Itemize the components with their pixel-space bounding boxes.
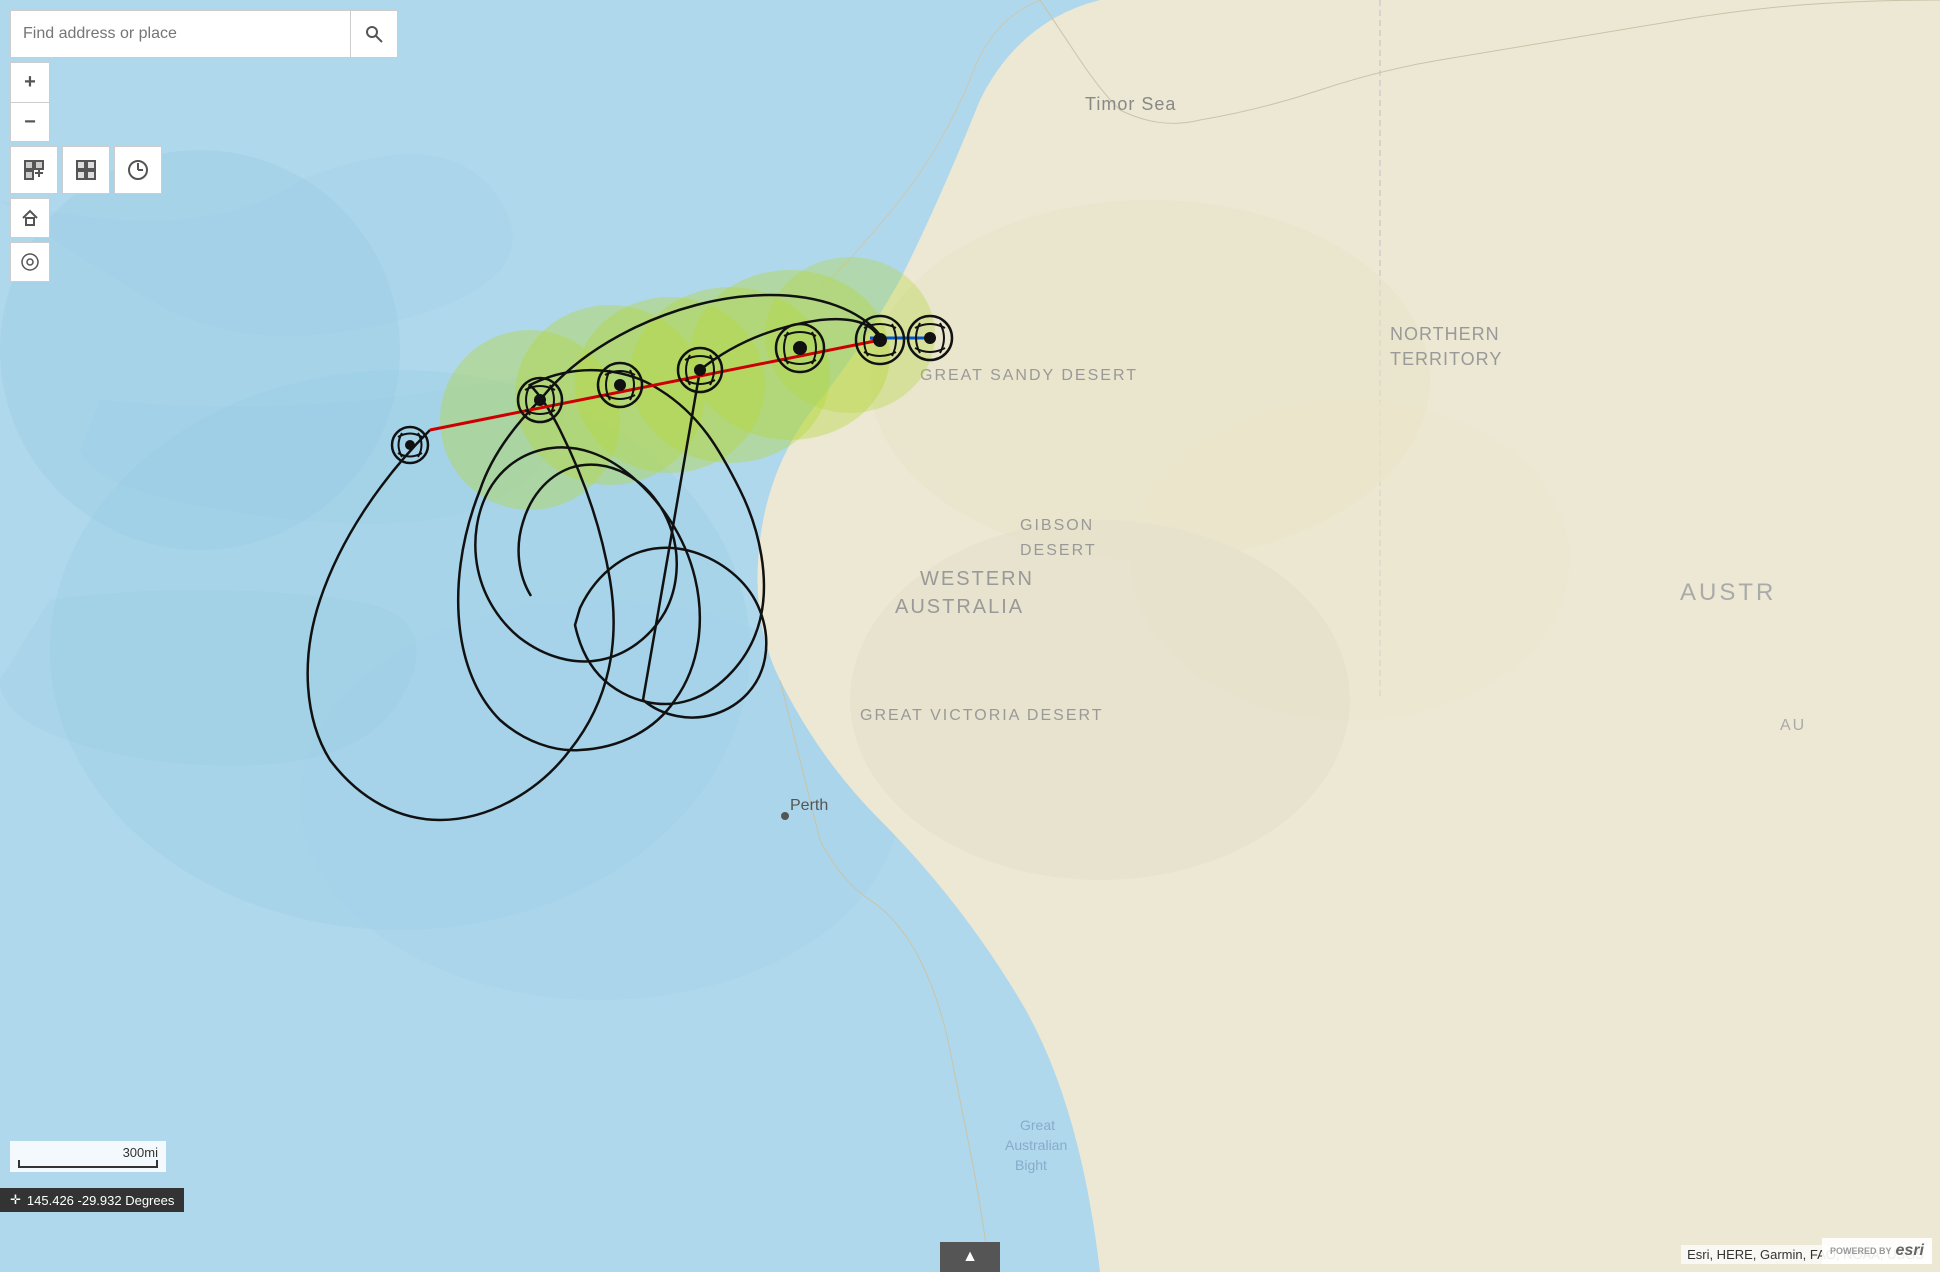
toolbar: + −	[10, 10, 398, 282]
powered-by-label: POWERED BY	[1830, 1246, 1892, 1256]
svg-text:Perth: Perth	[790, 797, 828, 814]
svg-text:GIBSON: GIBSON	[1020, 517, 1094, 534]
expand-button[interactable]: ▲	[940, 1242, 1000, 1272]
compass-button[interactable]	[10, 242, 50, 282]
svg-text:NORTHERN: NORTHERN	[1390, 324, 1500, 344]
zoom-controls: + −	[10, 62, 398, 142]
svg-text:WESTERN: WESTERN	[920, 568, 1034, 590]
svg-text:AUSTR: AUSTR	[1680, 579, 1776, 606]
svg-text:Bight: Bight	[1015, 1157, 1047, 1173]
svg-text:TERRITORY: TERRITORY	[1390, 349, 1502, 369]
svg-text:AUSTRALIA: AUSTRALIA	[895, 596, 1024, 618]
expand-icon: ▲	[962, 1248, 978, 1266]
search-button[interactable]	[350, 10, 398, 58]
time-slider-button[interactable]	[114, 146, 162, 194]
svg-text:GREAT SANDY DESERT: GREAT SANDY DESERT	[920, 367, 1138, 384]
esri-badge: POWERED BY esri	[1822, 1238, 1932, 1264]
svg-text:Australian: Australian	[1005, 1137, 1067, 1153]
scale-ruler	[18, 1160, 158, 1168]
home-button[interactable]	[10, 198, 50, 238]
map-container[interactable]: Timor Sea GREAT SANDY DESERT NORTHERN TE…	[0, 0, 1940, 1272]
zoom-in-button[interactable]: +	[10, 62, 50, 102]
icon-row	[10, 146, 398, 194]
svg-text:GREAT VICTORIA DESERT: GREAT VICTORIA DESERT	[860, 707, 1104, 724]
esri-logo-text: esri	[1896, 1242, 1924, 1260]
add-data-button[interactable]	[10, 146, 58, 194]
svg-text:Timor Sea: Timor Sea	[1085, 94, 1176, 114]
svg-text:DESERT: DESERT	[1020, 542, 1097, 559]
search-row	[10, 10, 398, 58]
coordinates-icon: ✛	[10, 1192, 21, 1208]
zoom-out-button[interactable]: −	[10, 102, 50, 142]
coordinates-bar: ✛ 145.426 -29.932 Degrees	[0, 1188, 184, 1212]
scale-bar: 300mi	[10, 1141, 166, 1172]
svg-text:Great: Great	[1020, 1117, 1055, 1133]
svg-text:AU: AU	[1780, 717, 1806, 734]
coordinates-value: 145.426 -29.932 Degrees	[27, 1193, 174, 1208]
search-input[interactable]	[10, 10, 350, 58]
basemap-button[interactable]	[62, 146, 110, 194]
scale-label: 300mi	[123, 1145, 158, 1160]
